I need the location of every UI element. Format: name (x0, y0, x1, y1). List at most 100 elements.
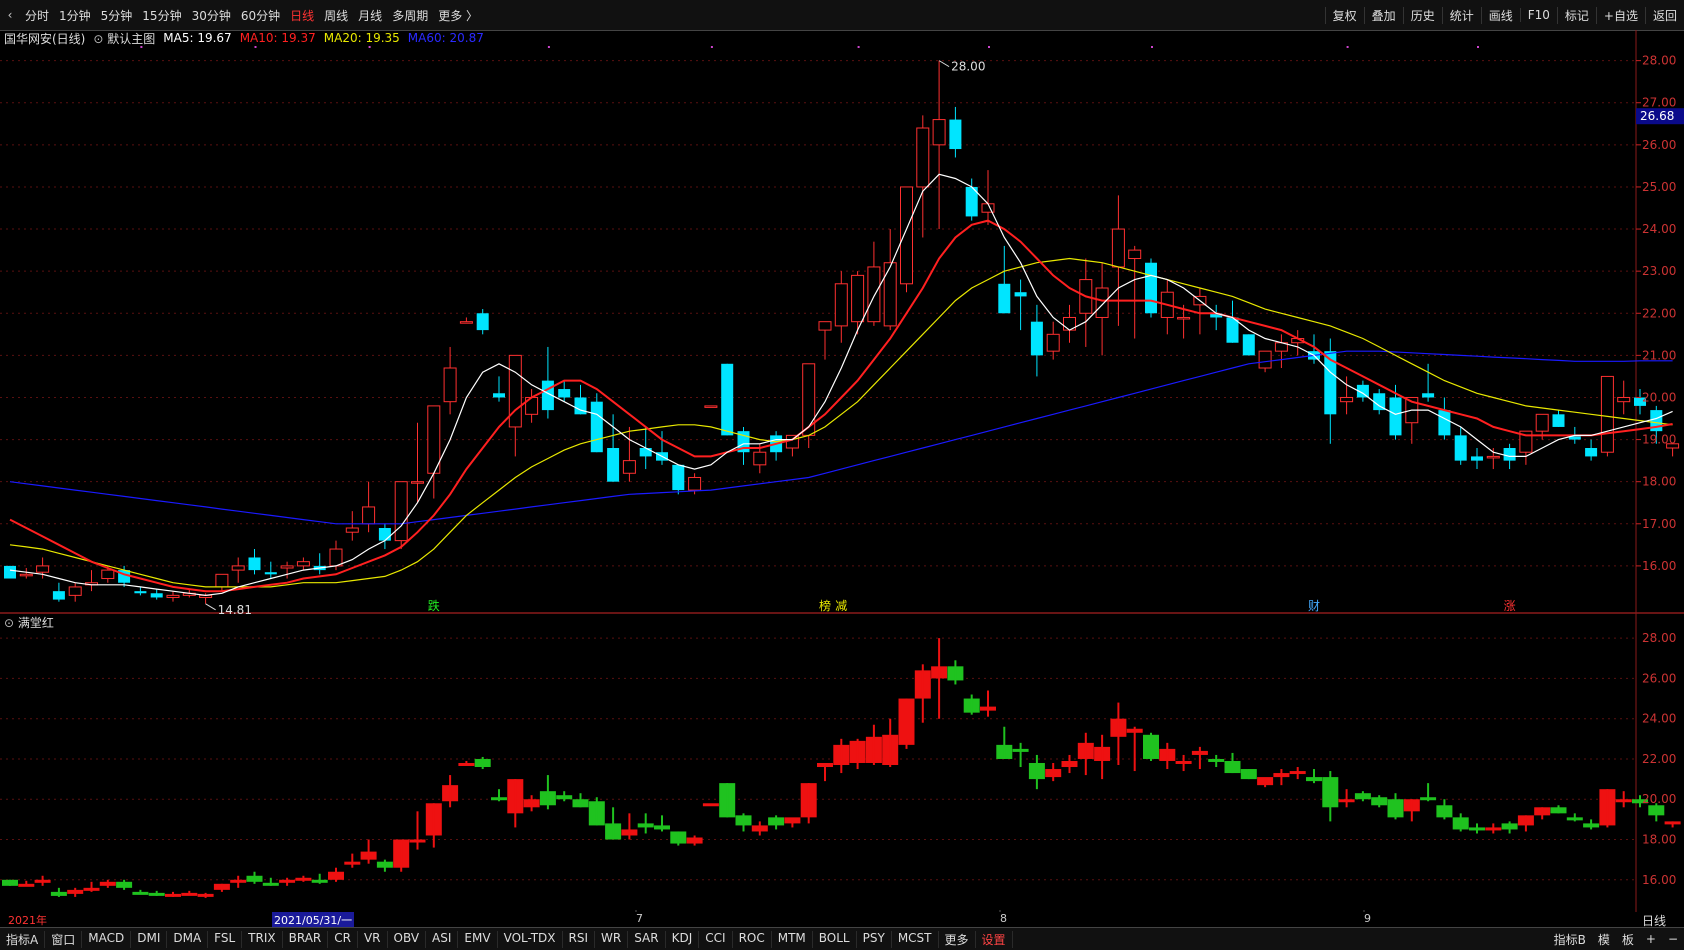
indicator-tab-16[interactable]: SAR (628, 930, 666, 948)
candle-body (1014, 292, 1027, 297)
back-arrow-icon[interactable]: ‹ (0, 8, 20, 22)
date-axis-month: 9 (1364, 912, 1371, 925)
indicator-tab-4[interactable]: DMA (167, 930, 209, 948)
info-dot (1477, 46, 1479, 48)
candle-body (508, 354, 522, 428)
candle-body (721, 363, 734, 436)
indicator-tab-15[interactable]: WR (595, 930, 629, 948)
indicator-tab-9[interactable]: VR (358, 930, 388, 948)
tab-period-4[interactable]: 30分钟 (187, 7, 236, 24)
settings-button-0[interactable]: 设置 (976, 930, 1013, 948)
tool-button-1[interactable]: 叠加 (1363, 6, 1403, 24)
tab-period-1[interactable]: 1分钟 (54, 7, 96, 24)
indicator-tab-10[interactable]: OBV (388, 930, 427, 948)
date-axis-month: 8 (1000, 912, 1007, 925)
tool-button-5[interactable]: F10 (1519, 8, 1557, 22)
indicator-tab-0[interactable]: 指标A (0, 930, 46, 948)
tab-period-6[interactable]: 日线 (285, 7, 319, 24)
ma5-line (9, 173, 1673, 597)
indicator-tab-6[interactable]: TRIX (242, 930, 283, 948)
bottom-tool-4[interactable]: − (1662, 932, 1684, 946)
date-axis-month: 7 (636, 912, 643, 925)
indicator-tab-2[interactable]: MACD (82, 930, 132, 948)
candle-body (1046, 333, 1060, 352)
candle-body (1111, 228, 1125, 268)
sub-tick-label: 28.00 (1642, 631, 1676, 645)
price-tag: 26.68 (1640, 109, 1674, 123)
tool-button-2[interactable]: 历史 (1402, 6, 1442, 24)
tool-button-7[interactable]: +自选 (1595, 6, 1645, 24)
price-tick-label: 21.00 (1642, 348, 1676, 362)
bottom-right-tools: 指标B 模板 + − (1548, 928, 1684, 950)
candle-body (215, 573, 229, 588)
sub-legend[interactable]: ⊙ 满堂红 (4, 614, 54, 631)
indicator-tab-20[interactable]: MTM (772, 930, 813, 948)
tab-period-5[interactable]: 60分钟 (236, 7, 285, 24)
bottom-tool-3[interactable]: + (1640, 932, 1662, 946)
tool-button-3[interactable]: 统计 (1441, 6, 1481, 24)
indicator-bar (458, 762, 475, 766)
indicator-tab-21[interactable]: BOLL (813, 930, 857, 948)
tab-period-2[interactable]: 5分钟 (96, 7, 138, 24)
indicator-tabs: 指标A 窗口 MACD DMI DMA FSL TRIX BRAR CR VR OBV ASI EMV V… (0, 930, 1013, 948)
tool-buttons: 复权 叠加 历史 统计 画线 F10 标记 +自选 返回 (1324, 0, 1684, 30)
indicator-tab-11[interactable]: ASI (426, 930, 459, 948)
grid-lines (0, 30, 1684, 912)
candle-body (704, 405, 718, 408)
price-chart[interactable]: 28.00 14.81 跌 榜减 财 涨 28.00 27.00 26.00 25.00 24.0… (0, 30, 1684, 912)
info-dot (547, 46, 550, 48)
tool-button-0[interactable]: 复权 (1324, 6, 1364, 24)
tab-period-0[interactable]: 分时 (20, 7, 54, 24)
tab-period-9[interactable]: 多周期 (387, 7, 433, 24)
indicator-tab-8[interactable]: CR (328, 930, 358, 948)
info-dot (1151, 46, 1153, 48)
price-tick-label: 19.00 (1642, 433, 1676, 447)
indicator-tab-14[interactable]: RSI (563, 930, 596, 948)
info-dot (140, 46, 143, 48)
info-dot (710, 46, 713, 48)
candle-body (867, 266, 881, 323)
candle-body (362, 506, 376, 525)
indicator-tab-7[interactable]: BRAR (283, 930, 329, 948)
tab-period-3[interactable]: 15分钟 (137, 7, 186, 24)
indicator-tab-23[interactable]: MCST (892, 930, 939, 948)
indicator-tab-24[interactable]: 更多 (939, 930, 976, 948)
tool-button-6[interactable]: 标记 (1556, 6, 1596, 24)
indicator-tab-3[interactable]: DMI (131, 930, 168, 948)
price-tick-label: 23.00 (1642, 264, 1676, 278)
candle-body (134, 591, 147, 594)
candle-body (248, 557, 261, 571)
indicator-tab-12[interactable]: EMV (458, 930, 498, 948)
candle-body (622, 460, 636, 474)
indicator-tab-18[interactable]: CCI (699, 930, 733, 948)
candle-body (150, 593, 163, 598)
tab-period-8[interactable]: 月线 (353, 7, 387, 24)
bottom-tool-0[interactable]: 指标B (1548, 931, 1592, 948)
indicator-tab-1[interactable]: 窗口 (45, 930, 83, 948)
price-tick-label: 22.00 (1642, 306, 1676, 320)
indicator-tab-17[interactable]: KDJ (666, 930, 700, 948)
bottom-tool-1[interactable]: 模 (1592, 931, 1616, 948)
indicator-tab-5[interactable]: FSL (208, 930, 243, 948)
tab-period-10[interactable]: 更多 〉 (433, 7, 483, 24)
candle-body (1389, 397, 1402, 436)
candle-body (949, 119, 962, 150)
indicator-tab-13[interactable]: VOL-TDX (498, 930, 563, 948)
bottom-tool-2[interactable]: 板 (1616, 931, 1640, 948)
candle-body (493, 393, 505, 398)
candle-body (166, 594, 180, 598)
tool-button-4[interactable]: 画线 (1480, 6, 1520, 24)
tool-button-8[interactable]: 返回 (1644, 6, 1684, 24)
tab-period-7[interactable]: 周线 (319, 7, 353, 24)
candle-body (688, 476, 702, 491)
sub-indicator-name: 满堂红 (17, 616, 54, 630)
sub-tick-label: 26.00 (1642, 671, 1676, 685)
indicator-tab-22[interactable]: PSY (857, 930, 892, 948)
indicator-tab-19[interactable]: ROC (733, 930, 772, 948)
candle-body (1438, 410, 1451, 436)
candle-body (1600, 375, 1614, 453)
high-label: 28.00 (951, 60, 985, 74)
candle-body (1617, 396, 1631, 403)
candle-body (19, 573, 33, 577)
info-dot (254, 46, 257, 48)
